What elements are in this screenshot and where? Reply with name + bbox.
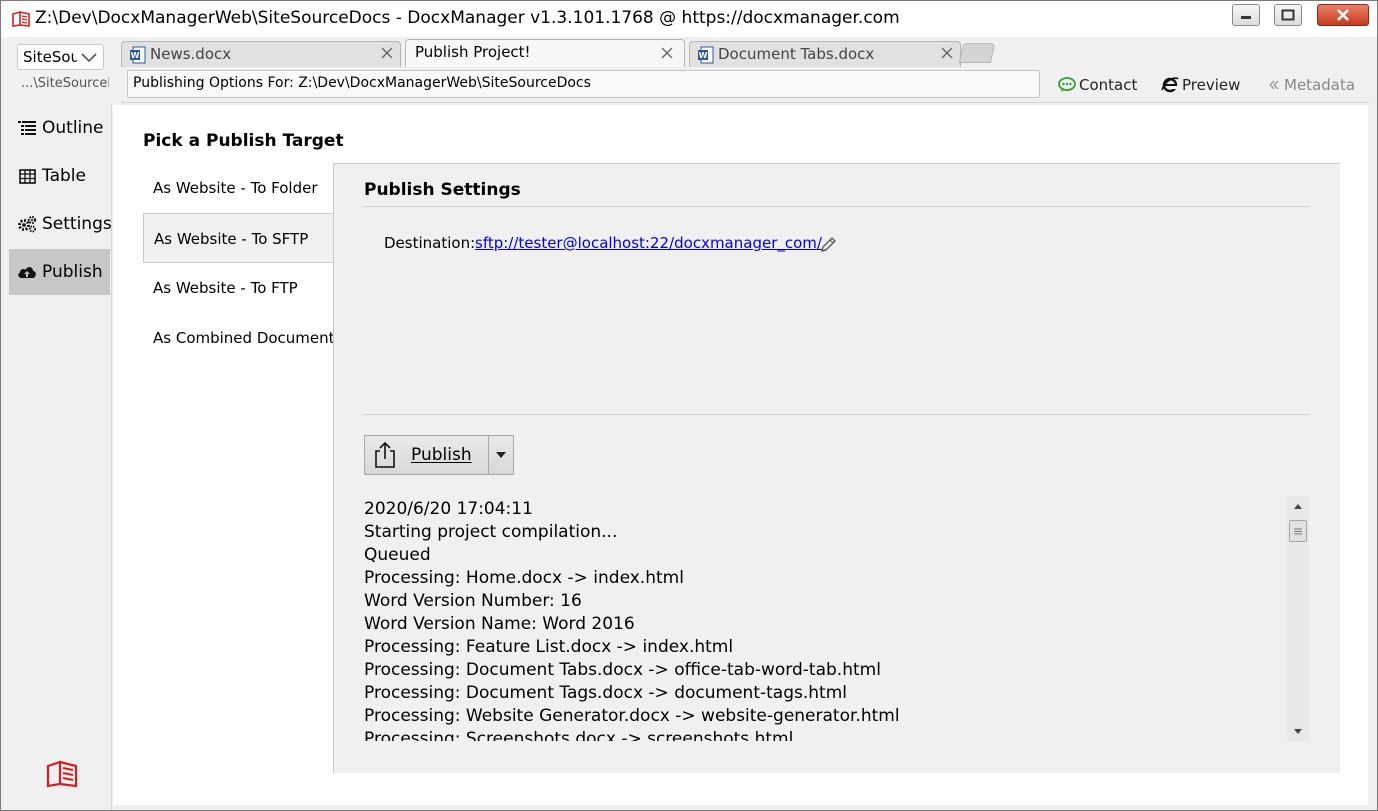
publish-options-dropdown[interactable] — [488, 436, 513, 474]
outline-icon — [17, 118, 37, 138]
log-line: Starting project compilation... — [364, 522, 618, 542]
maximize-icon — [1281, 9, 1295, 21]
chevron-down-icon — [81, 53, 97, 63]
browser-e-icon — [1161, 77, 1179, 93]
metadata-label: Metadata — [1284, 76, 1356, 94]
scroll-thumb[interactable] — [1289, 520, 1307, 542]
project-selector-value: SiteSourceDocs — [23, 48, 77, 66]
arrow-down-icon — [1294, 728, 1302, 734]
nav-item-outline[interactable]: Outline — [9, 105, 110, 151]
nav-item-publish[interactable]: Publish — [9, 249, 110, 295]
log-lines: 2020/6/20 17:04:11 Starting project comp… — [364, 498, 1279, 741]
table-icon — [17, 166, 37, 186]
nav-label: Settings — [42, 214, 112, 234]
scroll-down-button[interactable] — [1287, 721, 1309, 741]
tab-label: Document Tabs.docx — [718, 45, 875, 63]
pencil-icon[interactable] — [819, 236, 837, 254]
maximize-button[interactable] — [1274, 4, 1302, 26]
publish-settings-panel: Publish Settings Destination: sftp://tes… — [333, 163, 1340, 773]
app-window: Z:\Dev\DocxManagerWeb\SiteSourceDocs - D… — [0, 0, 1378, 811]
tab-news-docx[interactable]: W News.docx — [121, 41, 401, 67]
close-tab-icon[interactable] — [660, 46, 674, 60]
log-line: Processing: Home.docx -> index.html — [364, 568, 684, 588]
preview-button[interactable]: Preview — [1161, 75, 1240, 95]
log-line: Word Version Number: 16 — [364, 591, 582, 611]
docxmanager-logo-icon — [46, 760, 78, 788]
log-line: Queued — [364, 545, 431, 565]
contact-button[interactable]: Contact — [1058, 75, 1137, 95]
chat-bubble-icon — [1058, 77, 1076, 92]
pick-target-title: Pick a Publish Target — [143, 131, 344, 151]
target-website-ftp[interactable]: As Website - To FTP — [143, 263, 334, 313]
close-tab-icon[interactable] — [380, 46, 394, 60]
caret-down-icon — [496, 452, 506, 458]
nav-label: Outline — [42, 118, 104, 138]
destination-link[interactable]: sftp://tester@localhost:22/docxmanager_c… — [475, 234, 822, 252]
close-tab-icon[interactable] — [940, 46, 954, 60]
address-bar: Publishing Options For: Z:\Dev\DocxManag… — [121, 67, 1369, 103]
publish-split-button: Publish — [364, 435, 514, 475]
svg-text:W: W — [699, 51, 708, 60]
log-line: 2020/6/20 17:04:11 — [364, 499, 533, 519]
log-line: Processing: Feature List.docx -> index.h… — [364, 637, 734, 657]
cloud-upload-icon — [17, 262, 37, 282]
target-website-sftp[interactable]: As Website - To SFTP — [143, 213, 334, 263]
close-icon — [1337, 9, 1349, 21]
new-tab-button[interactable] — [958, 43, 996, 63]
project-selector[interactable]: SiteSourceDocs — [17, 44, 104, 70]
log-line: Processing: Document Tags.docx -> docume… — [364, 683, 847, 703]
double-chevron-left-icon — [1269, 80, 1279, 90]
window-title: Z:\Dev\DocxManagerWeb\SiteSourceDocs - D… — [35, 8, 900, 28]
destination-label: Destination: — [384, 234, 476, 252]
tab-label: Publish Project! — [415, 43, 531, 61]
tab-publish-project[interactable]: Publish Project! — [405, 39, 685, 68]
main-content: Pick a Publish Target As Website - To Fo… — [113, 105, 1368, 805]
scroll-up-button[interactable] — [1287, 496, 1309, 516]
arrow-up-icon — [1294, 503, 1302, 509]
publish-log[interactable]: 2020/6/20 17:04:11 Starting project comp… — [364, 496, 1309, 741]
divider — [364, 206, 1309, 207]
word-doc-icon: W — [698, 46, 714, 64]
preview-label: Preview — [1182, 76, 1241, 94]
minimize-button[interactable] — [1232, 4, 1260, 26]
share-upload-icon — [375, 441, 395, 468]
gears-icon — [17, 214, 37, 234]
close-button[interactable] — [1317, 4, 1369, 26]
nav-label: Publish — [42, 262, 103, 282]
word-doc-icon: W — [130, 46, 146, 64]
contact-label: Contact — [1079, 76, 1138, 94]
publish-label: Publish — [411, 445, 472, 465]
project-path: ...\SiteSourceDocs — [21, 76, 109, 91]
nav-item-table[interactable]: Table — [9, 153, 110, 199]
log-line: Word Version Name: Word 2016 — [364, 614, 635, 634]
target-website-folder[interactable]: As Website - To Folder — [143, 163, 334, 213]
settings-title: Publish Settings — [364, 180, 521, 200]
address-text: Publishing Options For: Z:\Dev\DocxManag… — [133, 75, 591, 91]
address-field: Publishing Options For: Z:\Dev\DocxManag… — [127, 70, 1040, 98]
nav-label: Table — [42, 166, 86, 186]
publish-button[interactable]: Publish — [365, 436, 488, 474]
metadata-button[interactable]: Metadata — [1267, 75, 1355, 95]
docxmanager-logo-icon — [12, 10, 30, 27]
log-line: Processing: Document Tabs.docx -> office… — [364, 660, 881, 680]
vertical-scrollbar[interactable] — [1287, 496, 1309, 741]
tab-document-tabs-docx[interactable]: W Document Tabs.docx — [689, 41, 961, 67]
target-combined-document[interactable]: As Combined Document — [143, 313, 335, 363]
minimize-icon — [1241, 16, 1251, 19]
svg-text:W: W — [131, 51, 140, 60]
grip-icon — [1294, 528, 1302, 534]
log-line: Processing: Website Generator.docx -> we… — [364, 706, 900, 726]
nav-item-settings[interactable]: Settings — [9, 201, 112, 247]
tab-label: News.docx — [150, 45, 232, 63]
divider — [364, 414, 1309, 415]
left-nav: Outline Table Settings Publish — [1, 105, 112, 810]
log-line: Processing: Screenshots.docx -> screensh… — [364, 729, 794, 741]
title-bar: Z:\Dev\DocxManagerWeb\SiteSourceDocs - D… — [1, 1, 1377, 37]
